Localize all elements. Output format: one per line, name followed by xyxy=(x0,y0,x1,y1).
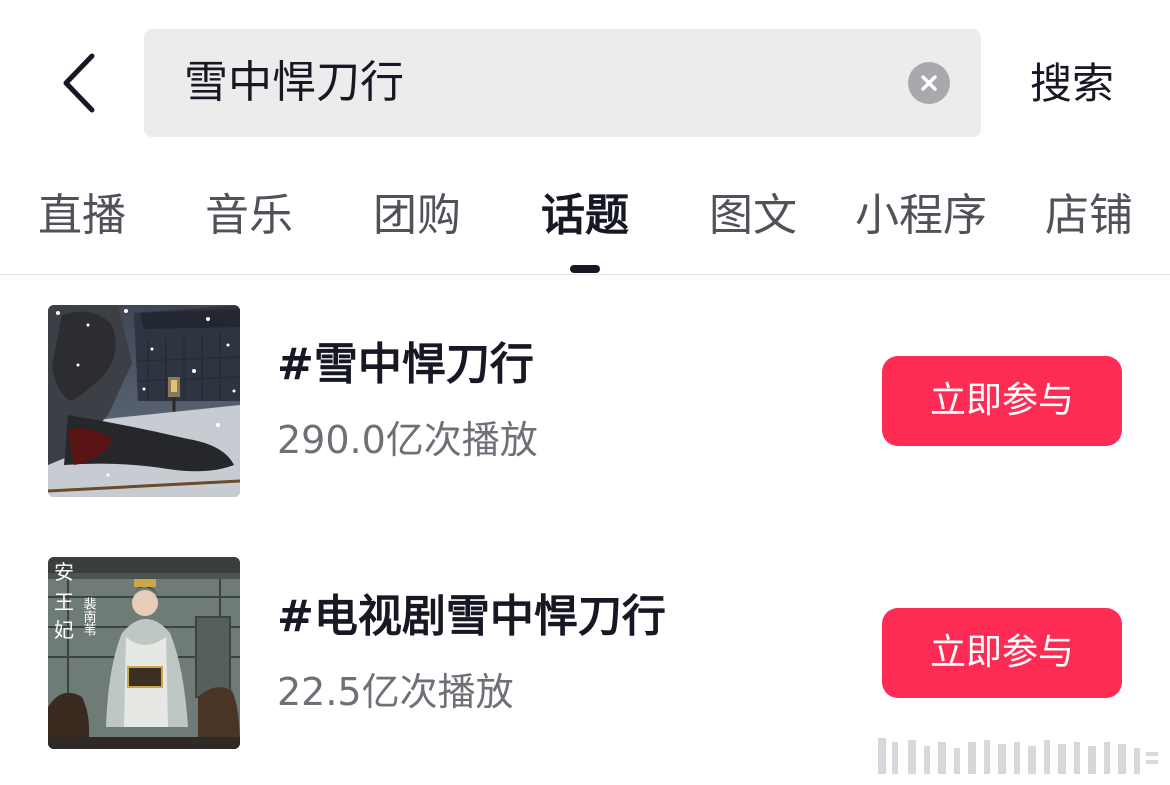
tab-group-buy[interactable]: 团购 xyxy=(373,180,461,252)
tab-live[interactable]: 直播 xyxy=(38,180,126,252)
close-icon xyxy=(921,75,937,91)
tab-image-text[interactable]: 图文 xyxy=(709,180,797,252)
active-tab-indicator xyxy=(570,265,600,273)
topic-play-count: 22.5亿次播放 xyxy=(277,670,514,714)
tab-music[interactable]: 音乐 xyxy=(205,180,293,252)
poster-char: 王 xyxy=(54,590,74,614)
clear-search-button[interactable] xyxy=(908,62,950,104)
back-button[interactable] xyxy=(56,50,106,116)
tab-store[interactable]: 店铺 xyxy=(1045,180,1133,252)
topic-play-count: 290.0亿次播放 xyxy=(277,418,538,462)
search-query: 雪中悍刀行 xyxy=(184,57,404,108)
topic-thumbnail xyxy=(48,305,240,497)
topic-row[interactable]: 安 王 妃 裴南苇 #电视剧雪中悍刀行 22.5亿次播放 立即参与 xyxy=(0,557,1170,749)
tabs-divider xyxy=(0,274,1170,275)
join-topic-button[interactable]: 立即参与 xyxy=(882,356,1122,446)
poster-char: 安 xyxy=(54,560,74,584)
poster-name: 裴南苇 xyxy=(81,597,97,636)
search-button[interactable]: 搜索 xyxy=(1030,54,1114,114)
topic-row[interactable]: #雪中悍刀行 290.0亿次播放 立即参与 xyxy=(0,305,1170,497)
watermark-bars-icon xyxy=(878,738,1158,774)
topic-title: #电视剧雪中悍刀行 xyxy=(277,591,666,642)
tab-topics[interactable]: 话题 xyxy=(541,180,629,252)
topic-thumbnail: 安 王 妃 裴南苇 xyxy=(48,557,240,749)
topic-title: #雪中悍刀行 xyxy=(277,339,534,390)
poster-char: 妃 xyxy=(54,618,74,642)
category-tabs: 直播 音乐 团购 话题 图文 小程序 店铺 xyxy=(0,180,1170,260)
chevron-left-icon xyxy=(63,53,95,113)
join-topic-button[interactable]: 立即参与 xyxy=(882,608,1122,698)
tab-mini-program[interactable]: 小程序 xyxy=(855,180,987,252)
search-input[interactable]: 雪中悍刀行 xyxy=(144,29,981,137)
